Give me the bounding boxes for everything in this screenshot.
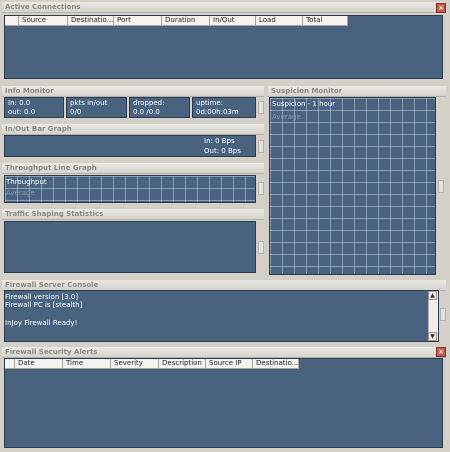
throughput-resize-handle[interactable] [258,182,264,195]
info-dropped-box: dropped: 0.0 /0.0 [129,97,190,118]
uptime-label: uptime: [196,99,224,107]
console-line-4: InJoy Firewall Ready! [5,319,78,327]
close-icon[interactable]: × [436,3,446,13]
throughput-average: Average [6,189,35,197]
info-out: out: 0.0 [8,108,36,116]
security-alerts-table[interactable] [4,358,443,448]
traffic-resize-handle[interactable] [258,241,264,254]
col-description[interactable]: Description [159,359,206,369]
col-severity[interactable]: Severity [111,359,159,369]
col-time[interactable]: Time [63,359,111,369]
col-port[interactable]: Port [114,16,162,26]
active-connections-header: Source Destinatio... Port Duration In/Ou… [5,16,348,26]
col-duration[interactable]: Duration [162,16,210,26]
col-date[interactable]: Date [15,359,63,369]
uptime-value: 0d:00h:03m [196,108,239,116]
col-load[interactable]: Load [256,16,303,26]
throughput-label: Throughput [6,178,47,186]
info-in: In: 0.0 [8,99,31,107]
pkts-value: 0/0 [70,108,82,116]
bar-graph-resize-handle[interactable] [258,140,264,153]
info-pkts-box: pkts in/out 0/0 [66,97,127,118]
info-resize-handle[interactable] [258,101,264,114]
security-alerts-header: Date Time Severity Description Source IP… [5,359,299,369]
col-destination[interactable]: Destinatio... [68,16,114,26]
suspicion-graph[interactable] [269,97,436,275]
col-total[interactable]: Total [303,16,348,26]
col-destination[interactable]: Destinatio... [253,359,299,369]
suspicion-label: Suspicion - 1 hour [272,100,336,108]
console-resize-handle[interactable] [440,308,446,321]
suspicion-average: Average [272,113,301,121]
throughput-graph-title: Throughput Line Graph [2,163,264,174]
security-alerts-title: Firewall Security Alerts [2,347,446,358]
console-line-2: Firewall PC is [stealth] [5,301,83,309]
bar-out-value: Out: 0 Bps [204,147,241,155]
col-source-ip[interactable]: Source IP [206,359,253,369]
suspicion-monitor-title: Suspicion Monitor [268,86,446,97]
arrow-down-icon[interactable]: ▼ [428,332,437,341]
dropped-value: 0.0 /0.0 [133,108,160,116]
dropped-label: dropped: [133,99,165,107]
col-source[interactable]: Source [19,16,68,26]
info-inout-box: In: 0.0 out: 0.0 [4,97,64,118]
active-connections-title: Active Connections [2,2,446,13]
arrow-up-icon[interactable]: ▲ [428,291,437,300]
info-uptime-box: uptime: 0d:00h:03m [192,97,256,118]
col-inout[interactable]: In/Out [210,16,256,26]
pkts-label: pkts in/out [70,99,108,107]
console-line-1: Firewall version [3.0] [5,293,79,301]
info-monitor-title: Info Monitor [2,86,264,97]
inout-bar-graph-title: In/Out Bar Graph [2,124,264,135]
traffic-shaping-title: Traffic Shaping Statistics [2,209,264,220]
bar-in-value: In: 0 Bps [204,137,235,145]
suspicion-resize-handle[interactable] [438,180,444,193]
traffic-shaping-area[interactable] [4,221,256,273]
close-icon[interactable]: × [436,347,446,357]
